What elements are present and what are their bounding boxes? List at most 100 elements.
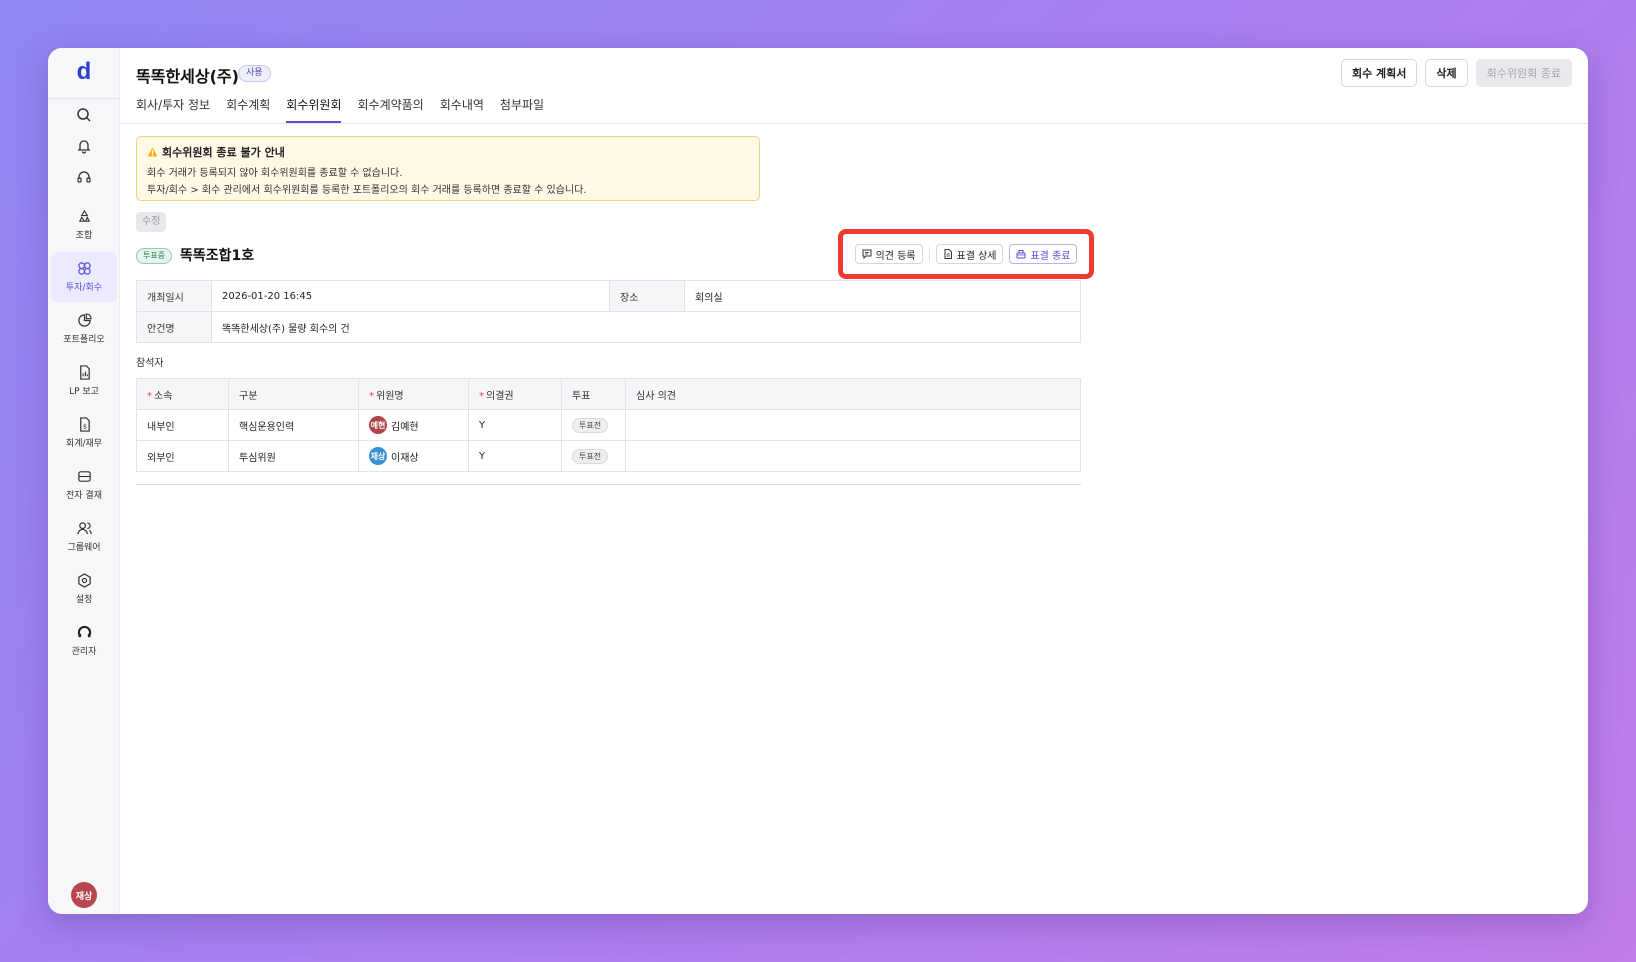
svg-text:$: $ — [82, 422, 86, 430]
tab-attachments[interactable]: 첨부파일 — [500, 96, 544, 123]
sidebar: d 조합 투자/회수 포트폴리오 LP 보고 $ 회계/재무 전자 결재 그룹웨… — [48, 48, 120, 914]
divider — [136, 484, 1081, 485]
vote-action-group: 의견 등록 표결 상세 표결 종료 — [838, 229, 1094, 279]
register-opinion-button[interactable]: 의견 등록 — [854, 244, 923, 264]
vote-detail-label: 표결 상세 — [956, 250, 997, 262]
pie-chart-icon — [77, 313, 92, 327]
meeting-agenda: 똑똑한세상(주) 물량 회수의 건 — [211, 311, 1081, 343]
voting-right-cell: Y — [468, 409, 562, 441]
vote-cell: 투표전 — [561, 409, 626, 441]
close-committee-button[interactable]: 회수위원회 종료 — [1475, 59, 1572, 87]
tab-recovery-plan[interactable]: 회수계획 — [226, 96, 270, 123]
page-title: 똑똑한세상(주) — [136, 67, 239, 86]
bell-icon[interactable] — [48, 138, 120, 154]
opinion-cell — [625, 409, 1081, 441]
vote-detail-button[interactable]: 표결 상세 — [935, 244, 1004, 264]
sidebar-item-admin[interactable]: 관리자 — [51, 616, 117, 666]
report-icon — [79, 365, 90, 380]
investment-icon — [77, 262, 91, 275]
recycle-icon — [78, 209, 90, 222]
type-cell: 투심위원 — [228, 440, 359, 472]
app-window: d 조합 투자/회수 포트폴리오 LP 보고 $ 회계/재무 전자 결재 그룹웨… — [48, 48, 1588, 914]
sidebar-item-lp-report[interactable]: LP 보고 — [51, 356, 117, 406]
notice-title-text: 회수위원회 종료 불가 안내 — [162, 146, 285, 159]
member-name: 김예현 — [391, 421, 419, 433]
sidebar-item-fund[interactable]: 조합 — [51, 200, 117, 250]
sidebar-item-label: 포트폴리오 — [63, 335, 105, 345]
sidebar-item-label: 그룹웨어 — [67, 543, 101, 553]
vote-status-badge: 투표전 — [572, 417, 609, 433]
notice-box: 회수위원회 종료 불가 안내 회수 거래가 등록되지 않아 회수위원회를 종료할… — [136, 136, 760, 201]
comment-icon — [862, 249, 872, 259]
affiliation-cell: 내부인 — [136, 409, 229, 441]
register-opinion-label: 의견 등록 — [875, 250, 916, 262]
vote-cell: 투표전 — [561, 440, 626, 472]
admin-icon — [77, 625, 91, 638]
column-header: * 의결권 — [468, 378, 562, 410]
affiliation-cell: 외부인 — [136, 440, 229, 472]
table-row: 안건명 똑똑한세상(주) 물량 회수의 건 — [136, 311, 1081, 343]
tab-recovery-contract[interactable]: 회수계약품의 — [357, 96, 423, 123]
attendees-table: * 소속 구분 * 위원명 * 의결권 투표 심사 의견 내부인 핵심운용인력 예현 … — [136, 378, 1081, 472]
table-row: 개최일시 2026-01-20 16:45 장소 회의실 — [136, 280, 1081, 312]
sidebar-item-label: LP 보고 — [69, 387, 99, 397]
meeting-place: 회의실 — [684, 280, 1081, 312]
date-label: 개최일시 — [136, 280, 212, 312]
headset-icon[interactable] — [48, 169, 120, 185]
avatar[interactable]: 재상 — [71, 882, 97, 908]
member-cell: 재상 이재상 — [358, 440, 469, 472]
notice-line: 회수 거래가 등록되지 않아 회수위원회를 종료할 수 없습니다. — [147, 168, 403, 179]
status-badge: 사용 — [238, 65, 271, 82]
avatar: 예현 — [369, 416, 387, 434]
close-vote-label: 표결 종료 — [1030, 250, 1071, 262]
tab-recovery-committee[interactable]: 회수위원회 — [286, 96, 342, 123]
member-name: 이재상 — [391, 452, 419, 464]
finance-icon: $ — [79, 417, 90, 432]
meeting-info-table: 개최일시 2026-01-20 16:45 장소 회의실 안건명 똑똑한세상(주… — [136, 280, 1081, 343]
vote-status-badge: 투표중 — [136, 248, 173, 264]
tab-bar: 회사/투자 정보 회수계획 회수위원회 회수계약품의 회수내역 첨부파일 — [136, 96, 544, 123]
meeting-date: 2026-01-20 16:45 — [211, 280, 610, 312]
recovery-plan-button[interactable]: 회수 계획서 — [1340, 59, 1418, 87]
sidebar-item-label: 회계/재무 — [65, 439, 103, 449]
sidebar-item-label: 조합 — [75, 231, 93, 241]
header-actions: 회수 계획서 삭제 회수위원회 종료 — [1340, 59, 1572, 87]
opinion-cell — [625, 440, 1081, 472]
divider — [48, 98, 120, 99]
attendees-heading: 참석자 — [136, 358, 164, 369]
sidebar-item-label: 설정 — [75, 595, 93, 605]
table-row[interactable]: 내부인 핵심운용인력 예현 김예현 Y 투표전 — [136, 409, 1081, 441]
main-content: 똑똑한세상(주) 사용 회수 계획서 삭제 회수위원회 종료 회사/투자 정보 … — [120, 48, 1588, 914]
notice-title: 회수위원회 종료 불가 안내 — [147, 144, 749, 160]
document-icon — [944, 249, 952, 259]
table-row[interactable]: 외부인 투심위원 재상 이재상 Y 투표전 — [136, 440, 1081, 472]
sidebar-item-portfolio[interactable]: 포트폴리오 — [51, 304, 117, 354]
divider — [928, 247, 930, 261]
column-header: * 소속 — [136, 378, 229, 410]
inbox-icon — [77, 471, 91, 482]
app-logo[interactable]: d — [48, 58, 120, 86]
table-header-row: * 소속 구분 * 위원명 * 의결권 투표 심사 의견 — [136, 378, 1081, 410]
sidebar-item-settings[interactable]: 설정 — [51, 564, 117, 614]
delete-button[interactable]: 삭제 — [1425, 59, 1468, 87]
sidebar-item-groupware[interactable]: 그룹웨어 — [51, 512, 117, 562]
tab-company-info[interactable]: 회사/투자 정보 — [136, 96, 210, 123]
edit-button[interactable]: 수정 — [136, 212, 167, 232]
type-cell: 핵심운용인력 — [228, 409, 359, 441]
search-icon[interactable] — [48, 107, 120, 123]
sidebar-item-accounting[interactable]: $ 회계/재무 — [51, 408, 117, 458]
column-header: * 위원명 — [358, 378, 469, 410]
sidebar-item-approval[interactable]: 전자 결재 — [51, 460, 117, 510]
sidebar-item-label: 관리자 — [71, 647, 97, 657]
sidebar-item-investment[interactable]: 투자/회수 — [51, 252, 117, 302]
place-label: 장소 — [609, 280, 685, 312]
users-icon — [76, 522, 92, 535]
avatar: 재상 — [369, 447, 387, 465]
voting-right-cell: Y — [468, 440, 562, 472]
warning-icon — [147, 147, 158, 157]
member-cell: 예현 김예현 — [358, 409, 469, 441]
vote-status-badge: 투표전 — [572, 448, 609, 464]
ballot-box-icon — [1016, 250, 1026, 259]
close-vote-button[interactable]: 표결 종료 — [1009, 244, 1078, 264]
tab-recovery-history[interactable]: 회수내역 — [440, 96, 484, 123]
